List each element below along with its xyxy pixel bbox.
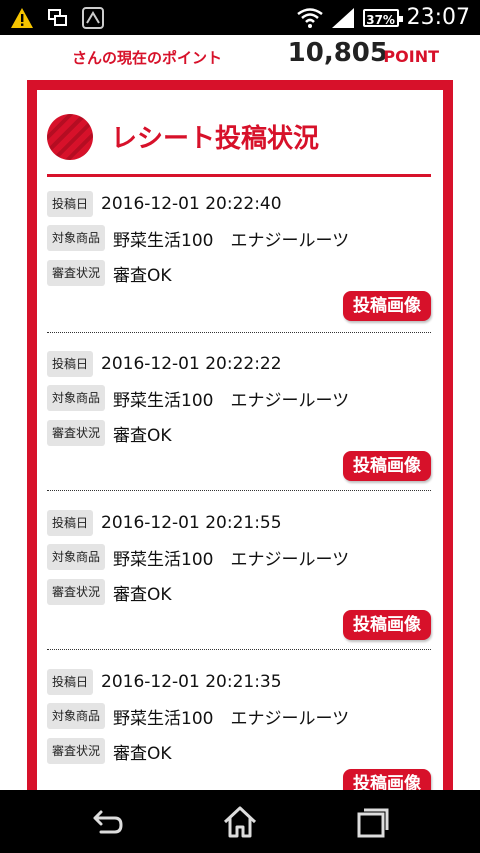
product-tag: 対象商品	[47, 703, 106, 729]
points-value: 10,805	[287, 38, 388, 68]
navigation-bar	[0, 790, 480, 853]
receipt-frame: レシート投稿状況 投稿日 2016-12-01 20:22:40 対象商品 野菜…	[27, 80, 453, 790]
review-status: 審査OK	[113, 265, 172, 286]
post-image-button[interactable]: 投稿画像	[343, 291, 431, 321]
status-row: 審査状況 審査OK	[47, 578, 172, 606]
post-date: 2016-12-01 20:22:40	[101, 194, 282, 214]
status-row: 審査状況 審査OK	[47, 737, 172, 765]
review-status: 審査OK	[113, 743, 172, 764]
post-image-button[interactable]: 投稿画像	[343, 769, 431, 790]
signal-icon	[331, 7, 354, 28]
post-date: 2016-12-01 20:21:35	[101, 672, 282, 692]
post-image-button[interactable]: 投稿画像	[343, 610, 431, 640]
review-status: 審査OK	[113, 425, 172, 446]
battery-level: 37%	[366, 12, 395, 27]
product-tag: 対象商品	[47, 225, 106, 251]
date-row: 投稿日 2016-12-01 20:22:22	[47, 350, 282, 378]
recent-apps-icon[interactable]	[353, 802, 393, 842]
product-name: 野菜生活100 エナジールーツ	[113, 230, 350, 251]
back-icon[interactable]	[87, 802, 127, 842]
date-row: 投稿日 2016-12-01 20:21:55	[47, 509, 282, 537]
screen-mirror-icon	[48, 8, 67, 26]
section-header: レシート投稿状況	[47, 104, 431, 177]
section-circle-icon	[47, 114, 93, 160]
date-tag: 投稿日	[47, 191, 94, 217]
points-header: さんの現在のポイント 10,805 POINT	[0, 35, 480, 80]
product-row: 対象商品 野菜生活100 エナジールーツ	[47, 543, 349, 571]
status-row: 審査状況 審査OK	[47, 259, 172, 287]
product-name: 野菜生活100 エナジールーツ	[113, 549, 350, 570]
date-tag: 投稿日	[47, 669, 94, 695]
points-label: さんの現在のポイント	[72, 49, 223, 67]
receipt-entry: 投稿日 2016-12-01 20:22:40 対象商品 野菜生活100 エナジ…	[47, 174, 431, 333]
date-row: 投稿日 2016-12-01 20:22:40	[47, 190, 282, 218]
product-tag: 対象商品	[47, 385, 106, 411]
post-date: 2016-12-01 20:22:22	[101, 354, 282, 374]
status-tag: 審査状況	[47, 579, 106, 605]
receipt-entry: 投稿日 2016-12-01 20:22:22 対象商品 野菜生活100 エナジ…	[47, 332, 431, 491]
status-tag: 審査状況	[47, 260, 106, 286]
status-row: 審査状況 審査OK	[47, 419, 172, 447]
status-bar: 37% 23:07	[0, 0, 480, 35]
receipt-entry: 投稿日 2016-12-01 20:21:55 対象商品 野菜生活100 エナジ…	[47, 491, 431, 650]
receipt-entry: 投稿日 2016-12-01 20:21:35 対象商品 野菜生活100 エナジ…	[47, 650, 431, 790]
post-date: 2016-12-01 20:21:55	[101, 513, 282, 533]
status-tag: 審査状況	[47, 738, 106, 764]
warning-icon	[11, 7, 33, 28]
date-row: 投稿日 2016-12-01 20:21:35	[47, 668, 282, 696]
nfc-on-icon	[82, 6, 104, 29]
date-tag: 投稿日	[47, 351, 94, 377]
review-status: 審査OK	[113, 584, 172, 605]
product-name: 野菜生活100 エナジールーツ	[113, 390, 350, 411]
product-row: 対象商品 野菜生活100 エナジールーツ	[47, 224, 349, 252]
wifi-icon	[296, 7, 323, 28]
post-image-button[interactable]: 投稿画像	[343, 451, 431, 481]
product-tag: 対象商品	[47, 544, 106, 570]
product-name: 野菜生活100 エナジールーツ	[113, 708, 350, 729]
home-icon[interactable]	[220, 802, 260, 842]
status-tag: 審査状況	[47, 420, 106, 446]
receipt-panel: レシート投稿状況 投稿日 2016-12-01 20:22:40 対象商品 野菜…	[37, 90, 443, 790]
points-unit: POINT	[383, 47, 439, 66]
product-row: 対象商品 野菜生活100 エナジールーツ	[47, 702, 349, 730]
clock: 23:07	[406, 5, 470, 30]
date-tag: 投稿日	[47, 510, 94, 536]
section-title: レシート投稿状況	[111, 124, 320, 154]
product-row: 対象商品 野菜生活100 エナジールーツ	[47, 384, 349, 412]
battery-icon: 37%	[362, 8, 403, 27]
